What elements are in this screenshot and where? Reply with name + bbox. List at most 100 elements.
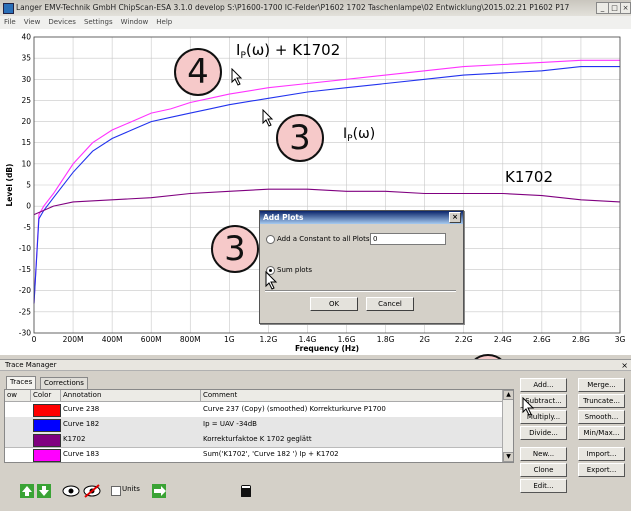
x-tick-label: 1G [224,335,235,344]
trace-manager-title: Trace Manager × [0,360,631,371]
menu-settings[interactable]: Settings [80,16,117,29]
move-down-icon[interactable] [37,484,51,498]
callout-3-chart: 3 [276,114,324,162]
x-tick-label: 2.2G [455,335,473,344]
minmax-button[interactable]: Min/Max... [578,426,625,440]
menu-view[interactable]: View [20,16,45,29]
x-tick-label: 200M [63,335,84,344]
menu-devices[interactable]: Devices [44,16,80,29]
units-checkbox[interactable] [111,486,121,496]
y-tick-label: 30 [21,75,31,84]
y-tick-label: -25 [19,307,31,316]
menu-window[interactable]: Window [117,16,153,29]
x-tick-label: 2.8G [572,335,590,344]
y-tick-label: 35 [21,54,31,63]
y-tick-label: -5 [24,223,32,232]
menu-bar: File View Devices Settings Window Help [0,16,631,30]
scroll-down-icon[interactable]: ▼ [503,452,513,462]
apply-arrow-icon[interactable] [152,484,166,498]
add-button[interactable]: Add... [520,378,567,392]
menu-file[interactable]: File [0,16,20,29]
tab-corrections[interactable]: Corrections [40,377,88,389]
menu-help[interactable]: Help [152,16,176,29]
row-annotation: Curve 238 [63,405,100,413]
move-up-icon[interactable] [20,484,34,498]
x-tick-label: 1.4G [299,335,317,344]
y-tick-label: -15 [19,265,31,274]
table-row[interactable]: K1702 Korrekturfaktoe K 1702 geglätt [5,432,505,448]
y-tick-label: -20 [19,286,31,295]
dialog-separator [265,290,456,292]
col-header-annotation[interactable]: Annotation [61,390,201,401]
row-comment: Sum('K1702', 'Curve 182 ') Ip + K1702 [203,450,339,458]
x-tick-label: 400M [102,335,123,344]
y-tick-label: -30 [19,329,31,338]
scroll-up-icon[interactable]: ▲ [503,390,513,400]
hide-all-eye-icon[interactable] [83,483,101,499]
clone-button[interactable]: Clone [520,463,567,477]
row-annotation: Curve 182 [63,420,100,428]
col-header-show[interactable]: ow [5,390,31,401]
divide-button[interactable]: Divide... [520,426,567,440]
callout-3-dialog: 3 [211,225,259,273]
y-tick-label: 20 [21,117,31,126]
mouse-cursor-icon [262,109,274,127]
show-all-eye-icon[interactable] [62,483,80,499]
trace-manager-close-icon[interactable]: × [621,360,628,371]
y-tick-label: -10 [19,244,31,253]
radio-add-constant-label: Add a Constant to all Plots [277,235,370,243]
window-title: Langer EMV-Technik GmbH ChipScan-ESA 3.1… [16,3,570,12]
add-plots-dialog: Add Plots × Add a Constant to all Plots … [259,210,464,324]
y-tick-label: 10 [21,159,31,168]
col-header-comment[interactable]: Comment [201,390,505,401]
edit-button[interactable]: Edit... [520,479,567,493]
delete-bin-icon[interactable] [240,483,254,497]
import-button[interactable]: Import... [578,447,625,461]
color-swatch[interactable] [33,419,61,432]
color-swatch[interactable] [33,449,61,462]
mouse-cursor-icon [265,271,278,290]
table-row[interactable]: Curve 238 Curve 237 (Copy) (smoothed) Ko… [5,402,505,418]
constant-input[interactable]: 0 [370,233,446,245]
y-tick-label: 40 [21,33,31,42]
close-button[interactable]: × [620,2,631,14]
row-comment: Curve 237 (Copy) (smoothed) Korrekturkur… [203,405,386,413]
x-tick-label: 600M [141,335,162,344]
color-swatch[interactable] [33,404,61,417]
title-bar: Langer EMV-Technik GmbH ChipScan-ESA 3.1… [0,0,631,17]
y-tick-label: 5 [26,181,31,190]
x-tick-label: 1.2G [260,335,278,344]
x-tick-label: 0 [32,335,37,344]
app-icon [3,3,14,14]
trace-manager-title-text: Trace Manager [5,361,57,369]
x-tick-label: 3G [615,335,626,344]
table-row[interactable]: Curve 182 Ip = UAV -34dB [5,417,505,433]
y-tick-label: 25 [21,96,31,105]
col-header-color[interactable]: Color [31,390,61,401]
smooth-button[interactable]: Smooth... [578,410,625,424]
merge-button[interactable]: Merge... [578,378,625,392]
row-comment: Ip = UAV -34dB [203,420,257,428]
tab-traces[interactable]: Traces [6,376,37,389]
table-scrollbar[interactable]: ▲ ▼ [502,390,513,462]
row-annotation: Curve 183 [63,450,100,458]
y-tick-labels: 40 35 30 25 20 15 10 5 0 -5 -10 -15 -20 -25 -30 [19,33,31,338]
y-tick-label: 15 [21,138,31,147]
ok-button[interactable]: OK [310,297,358,311]
table-row[interactable]: Curve 183 Sum('K1702', 'Curve 182 ') Ip … [5,447,505,462]
x-tick-label: 2.6G [533,335,551,344]
annotation-ip-label: IP(ω) [343,126,375,144]
x-tick-label: 2G [419,335,430,344]
row-annotation: K1702 [63,435,86,443]
export-button[interactable]: Export... [578,463,625,477]
truncate-button[interactable]: Truncate... [578,394,625,408]
callout-4: 4 [174,48,222,96]
color-swatch[interactable] [33,434,61,447]
units-label: Units [122,485,140,493]
dialog-close-button[interactable]: × [449,212,461,223]
radio-add-constant[interactable] [266,235,275,244]
x-tick-label: 1.8G [377,335,395,344]
new-button[interactable]: New... [520,447,567,461]
cancel-button[interactable]: Cancel [366,297,414,311]
dialog-title: Add Plots [263,213,304,222]
